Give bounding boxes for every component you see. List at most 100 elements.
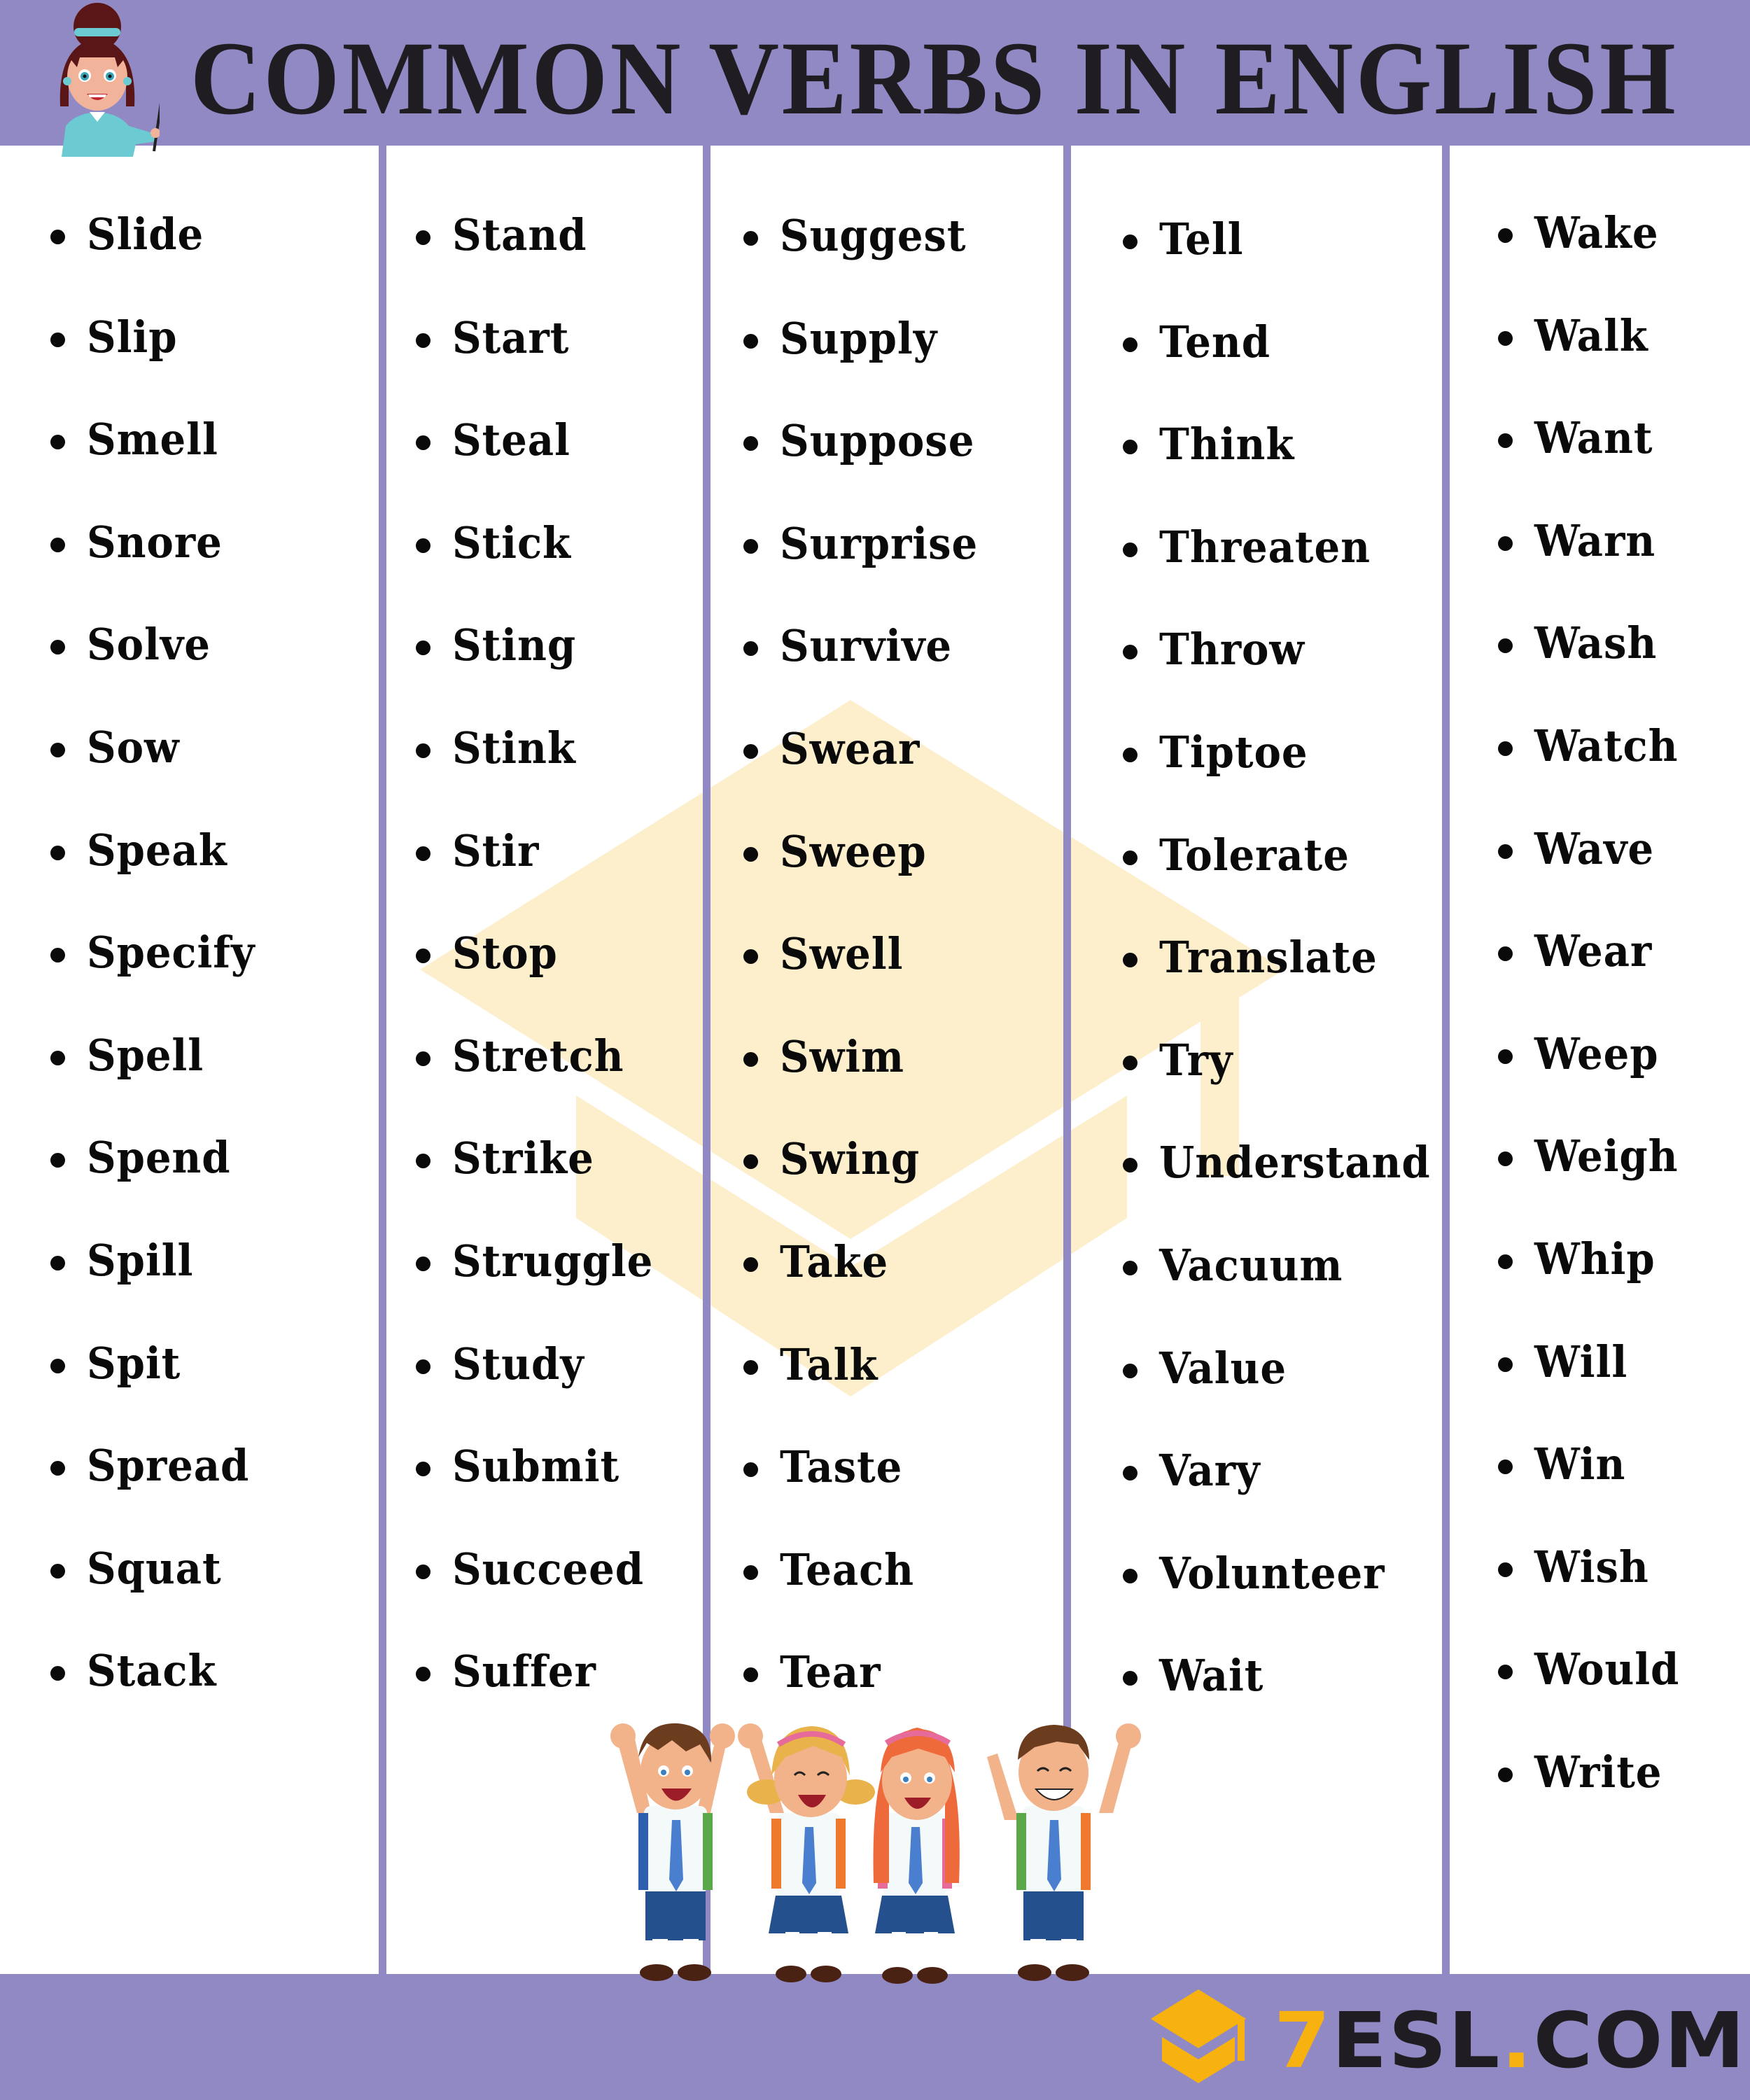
verb-label: Think: [1159, 419, 1295, 470]
verb-label: Solve: [87, 619, 211, 671]
verb-label: Talk: [780, 1338, 878, 1390]
bullet-icon: [50, 1256, 65, 1270]
verb-label: Whip: [1534, 1233, 1656, 1284]
verb-label: Warn: [1534, 514, 1656, 566]
verb-label: Stink: [452, 722, 576, 774]
verb-label: Tend: [1159, 316, 1270, 368]
verb-label: Survive: [780, 620, 953, 672]
bullet-icon: [50, 845, 65, 860]
verb-label: Smell: [87, 414, 218, 465]
bullet-icon: [1498, 330, 1513, 346]
bullet-icon: [1123, 1671, 1138, 1686]
logo-suffix: COM: [1533, 1996, 1746, 2085]
verb-label: Understand: [1159, 1137, 1431, 1189]
verb-label: Threaten: [1159, 521, 1371, 573]
verb-label: Translate: [1159, 932, 1378, 983]
verb-label: Wake: [1534, 207, 1659, 258]
bullet-icon: [1498, 1152, 1513, 1167]
verb-label: Stretch: [452, 1030, 624, 1082]
verb-label: Tolerate: [1159, 829, 1350, 881]
bullet-icon: [50, 332, 65, 347]
verb-label: Teach: [780, 1544, 915, 1595]
verb-label: Swear: [780, 723, 920, 774]
bullet-icon: [743, 1462, 758, 1478]
verb-label: Tiptoe: [1159, 727, 1308, 778]
verb-label: Struggle: [452, 1236, 654, 1287]
verb-label: Steal: [452, 414, 570, 466]
bullet-icon: [50, 1358, 65, 1373]
site-logo[interactable]: 7ESL.COM: [1148, 1988, 1745, 2086]
bullet-icon: [416, 1667, 430, 1682]
bullet-icon: [416, 1051, 430, 1066]
graduation-cap-icon: [1151, 1989, 1246, 2083]
bullet-icon: [50, 1153, 65, 1168]
bullet-icon: [743, 231, 758, 246]
bullet-icon: [1123, 1055, 1138, 1070]
bullet-icon: [743, 1564, 758, 1580]
bullet-icon: [416, 332, 430, 348]
verb-label: Submit: [452, 1441, 620, 1492]
kid-girl-blonde-icon: [738, 1723, 875, 1982]
bullet-icon: [50, 743, 65, 757]
verb-label: Take: [780, 1236, 889, 1287]
bullet-icon: [1498, 1665, 1513, 1680]
kid-boy-2-icon: [987, 1723, 1141, 1981]
verb-label: Wait: [1159, 1650, 1264, 1702]
bullet-icon: [1123, 440, 1138, 455]
bullet-icon: [1123, 850, 1138, 865]
verb-label: Suppose: [780, 415, 975, 467]
verb-label: Sting: [452, 620, 577, 671]
verb-label: Throw: [1159, 624, 1305, 676]
bullet-icon: [416, 538, 430, 553]
bullet-icon: [1123, 1261, 1138, 1275]
verb-label: Stick: [452, 517, 571, 568]
verb-label: Spit: [87, 1337, 181, 1389]
verb-label: Spell: [87, 1029, 204, 1081]
verb-label: Write: [1534, 1746, 1662, 1798]
bullet-icon: [743, 1051, 758, 1067]
verb-label: Volunteer: [1159, 1547, 1385, 1599]
kid-boy-1-icon: [610, 1723, 735, 1981]
bullet-icon: [416, 1359, 430, 1374]
verb-label: Snore: [87, 516, 223, 568]
bullet-icon: [50, 230, 65, 244]
verb-label: Swing: [780, 1133, 920, 1185]
bullet-icon: [416, 1462, 430, 1477]
teacher-illustration: [59, 3, 160, 157]
bullet-icon: [50, 537, 65, 552]
bullet-icon: [50, 1461, 65, 1476]
verb-label: Sweep: [780, 825, 927, 877]
verb-label: Sow: [87, 722, 180, 773]
verb-label: Will: [1534, 1336, 1628, 1387]
bullet-icon: [1498, 228, 1513, 243]
verb-label: Weep: [1534, 1028, 1659, 1079]
bullet-icon: [1498, 1562, 1513, 1577]
verb-label: Vacuum: [1159, 1240, 1343, 1291]
bullet-icon: [1498, 638, 1513, 654]
verb-label: Value: [1159, 1342, 1287, 1394]
bullet-icon: [1498, 1460, 1513, 1475]
bullet-icon: [416, 1564, 430, 1579]
bullet-icon: [50, 948, 65, 963]
school-kids-illustration: [610, 1723, 1141, 1984]
verb-label: Swell: [780, 928, 904, 980]
verb-label: Spread: [87, 1440, 250, 1492]
bullet-icon: [1498, 1768, 1513, 1782]
bullet-icon: [50, 1666, 65, 1681]
verb-label: Wash: [1534, 617, 1658, 669]
bullet-icon: [1123, 1466, 1138, 1481]
verb-label: Wave: [1534, 822, 1655, 874]
header-band: COMMON VERBS IN ENGLISH: [0, 0, 1750, 157]
logo-text: 7ESL.COM: [1274, 2002, 1746, 2079]
teacher-icon: [59, 3, 160, 157]
verb-label: Stir: [452, 825, 540, 876]
verb-label: Would: [1534, 1644, 1680, 1695]
verb-label: Slide: [87, 209, 204, 260]
verb-label: Supply: [780, 312, 938, 364]
verb-label: Slip: [87, 311, 178, 363]
bullet-icon: [743, 333, 758, 349]
bullet-icon: [1498, 946, 1513, 962]
bullet-icon: [1498, 536, 1513, 551]
bullet-icon: [1123, 953, 1138, 968]
bullet-icon: [1123, 234, 1138, 249]
